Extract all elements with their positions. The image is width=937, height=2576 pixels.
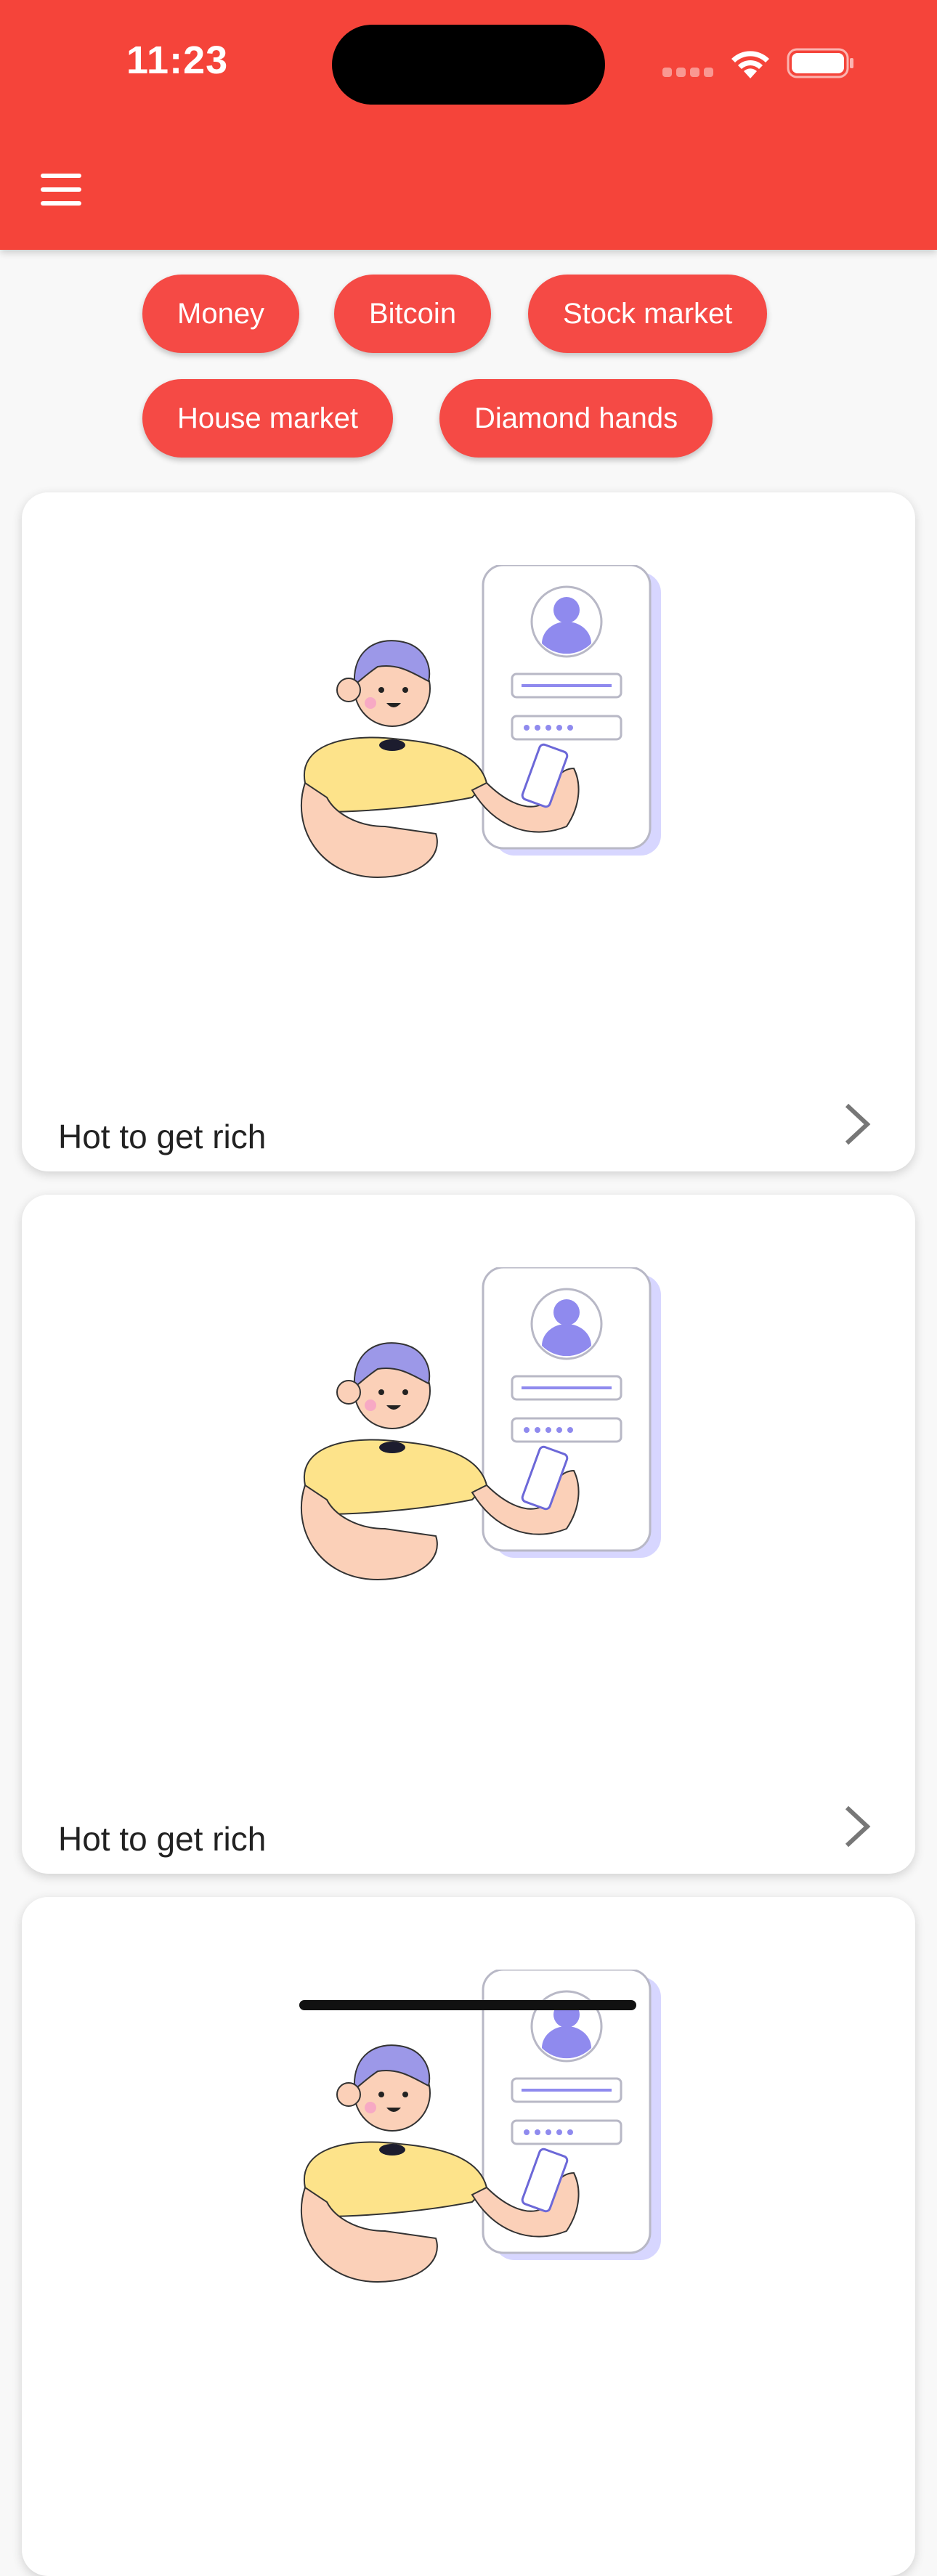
battery-icon — [787, 48, 853, 78]
person-with-profile-illustration — [299, 1970, 662, 2283]
wifi-icon — [731, 51, 769, 78]
card-title: Hot to get rich — [58, 1820, 267, 1858]
card-title: Hot to get rich — [58, 1118, 267, 1155]
article-card[interactable]: Hot to get rich — [22, 492, 915, 1171]
chevron-right-icon[interactable] — [841, 1102, 873, 1146]
chip-diamond-hands[interactable]: Diamond hands — [439, 379, 713, 458]
chip-stock-market[interactable]: Stock market — [528, 275, 768, 353]
chevron-right-icon[interactable] — [841, 1805, 873, 1848]
person-with-profile-illustration — [299, 565, 662, 879]
home-indicator — [299, 2000, 636, 2010]
status-time: 11:23 — [126, 38, 229, 82]
hamburger-menu-icon[interactable] — [41, 174, 81, 206]
chip-house-market[interactable]: House market — [142, 379, 393, 458]
person-with-profile-illustration — [299, 1267, 662, 1581]
article-card[interactable] — [22, 1897, 915, 2576]
article-card[interactable]: Hot to get rich — [22, 1195, 915, 1874]
app-bar: 11:23 — [0, 0, 937, 250]
cellular-signal-icon — [662, 68, 713, 77]
dynamic-island — [332, 25, 605, 105]
chip-money[interactable]: Money — [142, 275, 300, 353]
chip-bitcoin[interactable]: Bitcoin — [334, 275, 492, 353]
